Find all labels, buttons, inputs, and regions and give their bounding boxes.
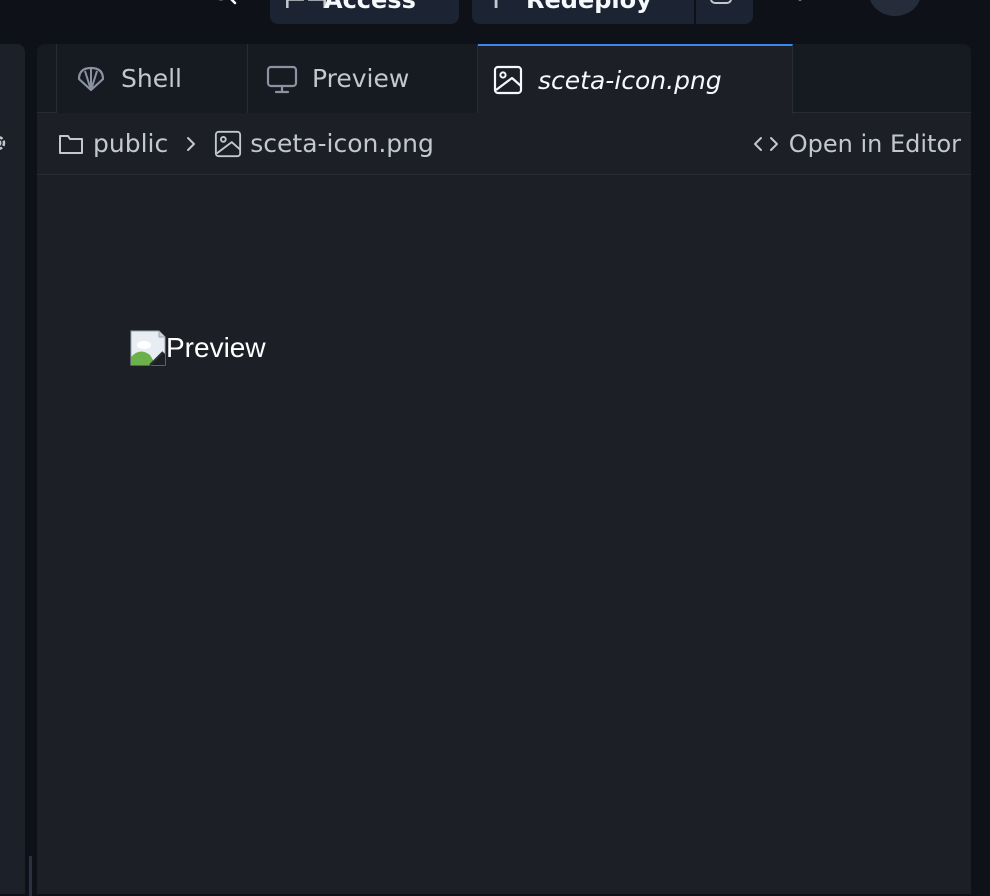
tab-bar: Shell Preview sceta-icon.png (37, 44, 971, 114)
image-preview: Preview (130, 330, 266, 366)
image-preview-area: Preview (37, 176, 971, 894)
monitor-icon (266, 63, 298, 95)
access-icon: ⊢⊣ (284, 0, 328, 14)
broken-image-icon (130, 330, 166, 366)
breadcrumb-folder[interactable]: public (93, 129, 168, 158)
redeploy-options-button[interactable] (696, 0, 753, 24)
file-viewer-pane: Shell Preview sceta-icon.png public scet… (37, 44, 971, 894)
shell-icon (75, 63, 107, 95)
image-icon (214, 130, 242, 158)
open-in-editor-button[interactable]: Open in Editor (753, 113, 961, 175)
notifications-icon[interactable] (790, 0, 810, 6)
breadcrumb-file[interactable]: sceta-icon.png (250, 129, 434, 158)
tab-label: Preview (312, 64, 410, 93)
image-icon (492, 64, 524, 96)
access-button[interactable]: ⊢⊣ Access (270, 0, 459, 24)
search-icon[interactable] (208, 0, 240, 10)
open-in-editor-label: Open in Editor (788, 130, 961, 158)
breadcrumb: public sceta-icon.png Open in Editor (37, 113, 971, 175)
image-alt-text: Preview (166, 332, 266, 363)
tab-shell[interactable]: Shell (56, 44, 248, 113)
left-panel (0, 44, 32, 896)
code-icon (753, 131, 779, 157)
resize-handle[interactable] (29, 856, 32, 896)
chevron-down-icon (710, 0, 732, 4)
chevron-right-icon (180, 135, 202, 153)
redeploy-icon: ↑ (486, 0, 507, 14)
gear-icon[interactable] (0, 132, 8, 154)
tab-label: sceta-icon.png (538, 65, 722, 95)
access-button-label: Access (324, 0, 416, 14)
avatar[interactable] (869, 0, 921, 16)
top-bar: ⊢⊣ Access ↑ Redeploy (0, 0, 990, 44)
folder-icon (57, 130, 85, 158)
tab-label: Shell (121, 64, 182, 93)
redeploy-button[interactable]: ↑ Redeploy (472, 0, 694, 24)
tab-sceta-icon-png[interactable]: sceta-icon.png (478, 44, 793, 114)
tab-preview[interactable]: Preview (248, 44, 478, 113)
redeploy-button-label: Redeploy (526, 0, 652, 14)
